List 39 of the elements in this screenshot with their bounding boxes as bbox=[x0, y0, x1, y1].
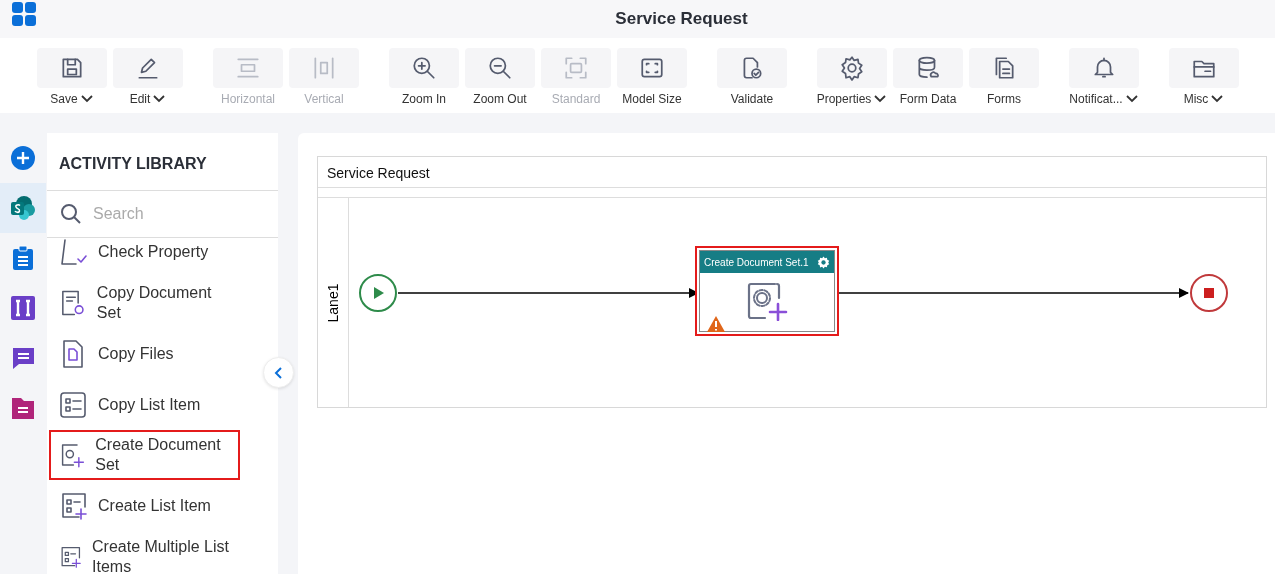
list-plus-icon bbox=[59, 490, 87, 521]
activity-item[interactable]: Copy Files bbox=[49, 328, 240, 379]
text-cursor-icon[interactable] bbox=[10, 295, 36, 321]
activity-node[interactable]: Create Document Set.1 bbox=[695, 246, 839, 336]
activity-item[interactable]: Copy List Item bbox=[49, 379, 240, 430]
zoom-out-icon bbox=[487, 55, 513, 81]
start-event[interactable] bbox=[359, 274, 397, 312]
database-icon bbox=[915, 55, 941, 81]
fit-screen-icon bbox=[639, 55, 665, 81]
chat-icon[interactable] bbox=[10, 345, 36, 371]
search-icon bbox=[59, 202, 83, 226]
activity-item[interactable]: Copy Document Set bbox=[49, 277, 240, 328]
activity-item[interactable]: Create Multiple List Items bbox=[49, 531, 240, 574]
sidebar-item[interactable] bbox=[0, 183, 46, 233]
bell-icon bbox=[1091, 55, 1117, 81]
pool-title: Service Request bbox=[318, 157, 1266, 188]
add-icon[interactable] bbox=[10, 145, 36, 171]
zoom-in-icon bbox=[411, 55, 437, 81]
lane-label: Lane1 bbox=[325, 283, 341, 322]
folder-icon[interactable] bbox=[10, 395, 36, 421]
activity-item[interactable]: Check Property bbox=[49, 226, 240, 277]
collapse-button[interactable] bbox=[263, 357, 294, 388]
vertical-align-icon bbox=[311, 55, 337, 81]
settings-icon[interactable] bbox=[817, 255, 830, 269]
list-icon bbox=[59, 389, 87, 420]
activity-item[interactable]: Create Document Set bbox=[49, 430, 240, 480]
horizontal-align-icon bbox=[235, 55, 261, 81]
sharepoint-logo-icon[interactable] bbox=[10, 195, 36, 221]
node-title: Create Document Set.1 bbox=[704, 256, 809, 268]
chevron-left-icon bbox=[273, 365, 284, 380]
checklist-icon bbox=[59, 236, 87, 267]
panel-title: ACTIVITY LIBRARY bbox=[47, 133, 278, 191]
end-event[interactable] bbox=[1190, 274, 1228, 312]
settings-icon bbox=[839, 55, 865, 81]
activity-item[interactable]: Create List Item bbox=[49, 480, 240, 531]
window-title: Service Request bbox=[614, 9, 748, 29]
frame-icon bbox=[563, 55, 589, 81]
clipboard-icon[interactable] bbox=[10, 245, 36, 271]
app-grid-icon[interactable] bbox=[11, 1, 37, 27]
